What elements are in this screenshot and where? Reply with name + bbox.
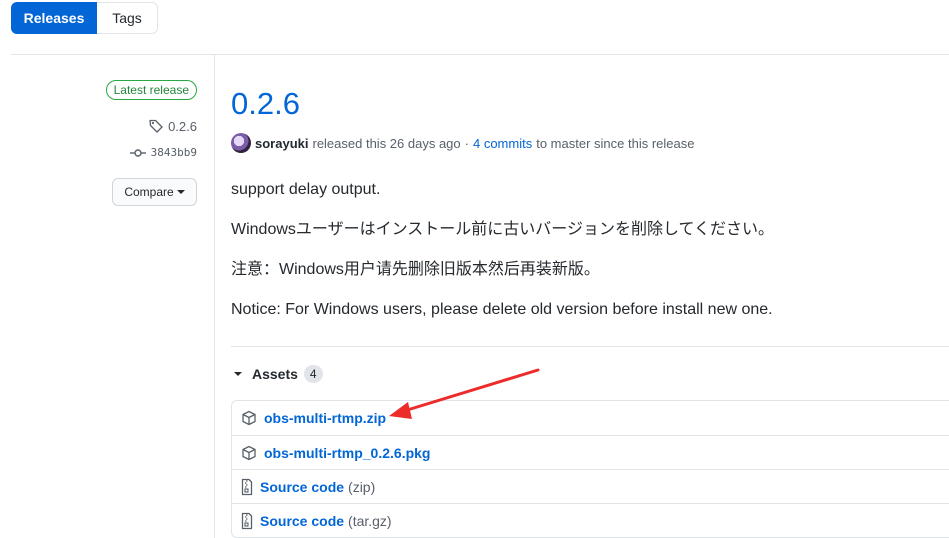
tab-tags[interactable]: Tags (97, 2, 158, 34)
release-note-line: support delay output. (231, 181, 381, 198)
tab-releases[interactable]: Releases (11, 2, 97, 34)
avatar[interactable] (231, 133, 251, 153)
asset-row: Source code (zip) (232, 469, 949, 503)
tag-link[interactable]: 0.2.6 (148, 118, 197, 134)
latest-release-badge: Latest release (105, 80, 197, 100)
package-icon (241, 410, 257, 426)
released-text: released this 26 days ago (312, 135, 461, 151)
git-commit-icon (129, 147, 147, 159)
tag-name: 0.2.6 (168, 118, 197, 134)
asset-row: obs-multi-rtmp_0.2.6.pkg (232, 435, 949, 469)
asset-list: obs-multi-rtmp.zip obs-multi-rtmp_0.2.6.… (231, 400, 949, 538)
compare-button[interactable]: Compare (112, 178, 197, 206)
asset-row: obs-multi-rtmp.zip (232, 401, 949, 435)
source-code-targz-link[interactable]: Source code (260, 513, 344, 529)
release-note-line: Notice: For Windows users, please delete… (231, 301, 773, 318)
divider-top (11, 54, 949, 55)
asset-format: (tar.gz) (348, 512, 392, 529)
file-zip-icon (241, 478, 253, 496)
commits-suffix: to master since this release (536, 135, 695, 151)
assets-count-badge: 4 (303, 365, 323, 383)
release-note-line: Windowsユーザーはインストール前に古いバージョンを削除してください。 (231, 221, 774, 238)
assets-label: Assets (252, 366, 298, 382)
asset-link[interactable]: obs-multi-rtmp_0.2.6.pkg (264, 445, 430, 461)
caret-down-icon (176, 190, 185, 194)
divider-vertical (214, 54, 215, 538)
release-author-line: sorayuki released this 26 days ago · 4 c… (231, 133, 694, 153)
package-icon (241, 445, 257, 461)
release-note-line: 注意：Windows用户请先删除旧版本然后再装新版。 (231, 261, 600, 278)
commits-link[interactable]: 4 commits (473, 136, 532, 151)
source-code-zip-link[interactable]: Source code (260, 479, 344, 495)
release-title[interactable]: 0.2.6 (231, 84, 300, 124)
caret-down-icon (234, 372, 242, 376)
tag-icon (148, 118, 164, 134)
asset-format: (zip) (348, 478, 376, 495)
divider-assets (231, 346, 949, 347)
file-zip-icon (241, 512, 253, 530)
assets-toggle[interactable]: Assets 4 (231, 363, 323, 385)
release-tabs: Releases Tags (11, 2, 158, 34)
asset-link[interactable]: obs-multi-rtmp.zip (264, 410, 386, 426)
commit-link[interactable]: 3843bb9 (129, 146, 197, 159)
author-link[interactable]: sorayuki (255, 136, 308, 151)
separator-dot: · (464, 135, 469, 151)
commit-sha: 3843bb9 (150, 146, 197, 159)
asset-row: Source code (tar.gz) (232, 503, 949, 537)
compare-label: Compare (124, 185, 174, 199)
